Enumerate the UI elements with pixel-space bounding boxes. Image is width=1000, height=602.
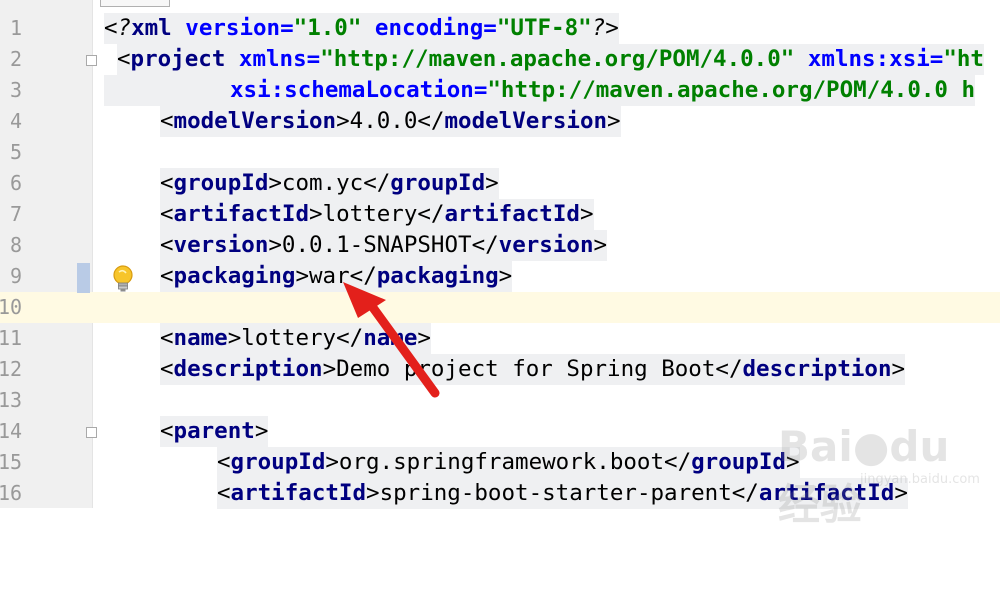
code-line: 2 <project xmlns="http://maven.apache.or…	[0, 44, 1000, 75]
code-line: 12 <description>Demo project for Spring …	[0, 354, 1000, 385]
line-content: <project xmlns="http://maven.apache.org/…	[117, 44, 984, 75]
line-number: 14	[0, 419, 23, 443]
change-marker	[77, 263, 90, 293]
line-content: <packaging>war</packaging>	[160, 261, 513, 292]
line-number: 15	[0, 450, 23, 474]
line-content: xsi:schemaLocation="http://maven.apache.…	[104, 75, 976, 106]
code-line: 9 <packaging>war</packaging>	[0, 261, 1000, 292]
line-number: 7	[10, 202, 23, 226]
line-content: <version>0.0.1-SNAPSHOT</version>	[160, 230, 608, 261]
line-number: 1	[10, 16, 23, 40]
code-line: 16 <artifactId>spring-boot-starter-paren…	[0, 478, 1000, 509]
line-number: 6	[10, 171, 23, 195]
line-number: 13	[0, 388, 23, 412]
code-line: 13	[0, 385, 1000, 416]
code-line: 7 <artifactId>lottery</artifactId>	[0, 199, 1000, 230]
line-content: <parent>	[160, 416, 269, 447]
line-number: 12	[0, 357, 23, 381]
line-content: <artifactId>spring-boot-starter-parent</…	[217, 478, 908, 509]
line-content: <description>Demo project for Spring Boo…	[160, 354, 906, 385]
line-number: 5	[10, 140, 23, 164]
code-line: 3 xsi:schemaLocation="http://maven.apach…	[0, 75, 1000, 106]
code-line: 4 <modelVersion>4.0.0</modelVersion>	[0, 106, 1000, 137]
current-code-line[interactable]: 10	[0, 292, 1000, 323]
code-line: 1 <?xml version="1.0" encoding="UTF-8"?>	[0, 13, 1000, 44]
code-line: 15 <groupId>org.springframework.boot</gr…	[0, 447, 1000, 478]
fold-toggle-icon[interactable]	[86, 427, 97, 438]
code-editor[interactable]: 1 <?xml version="1.0" encoding="UTF-8"?>…	[0, 0, 1000, 509]
line-content: <modelVersion>4.0.0</modelVersion>	[160, 106, 621, 137]
line-number: 11	[0, 326, 23, 350]
line-content: <groupId>org.springframework.boot</group…	[217, 447, 800, 478]
line-number: 16	[0, 481, 23, 505]
line-number: 2	[10, 47, 23, 71]
line-content: <name>lottery</name>	[160, 323, 431, 354]
line-number: 10	[0, 295, 23, 319]
code-line: 6 <groupId>com.yc</groupId>	[0, 168, 1000, 199]
code-line: 14 <parent>	[0, 416, 1000, 447]
code-line: 11 <name>lottery</name>	[0, 323, 1000, 354]
line-number: 4	[10, 109, 23, 133]
line-number: 3	[10, 78, 23, 102]
line-content: <artifactId>lottery</artifactId>	[160, 199, 594, 230]
line-number: 8	[10, 233, 23, 257]
lightbulb-icon[interactable]	[110, 264, 136, 294]
code-line: 5	[0, 137, 1000, 168]
fold-toggle-icon[interactable]	[86, 55, 97, 66]
code-line: 8 <version>0.0.1-SNAPSHOT</version>	[0, 230, 1000, 261]
line-content: <groupId>com.yc</groupId>	[160, 168, 499, 199]
line-number: 9	[10, 264, 23, 288]
line-content: <?xml version="1.0" encoding="UTF-8"?>	[104, 13, 619, 44]
